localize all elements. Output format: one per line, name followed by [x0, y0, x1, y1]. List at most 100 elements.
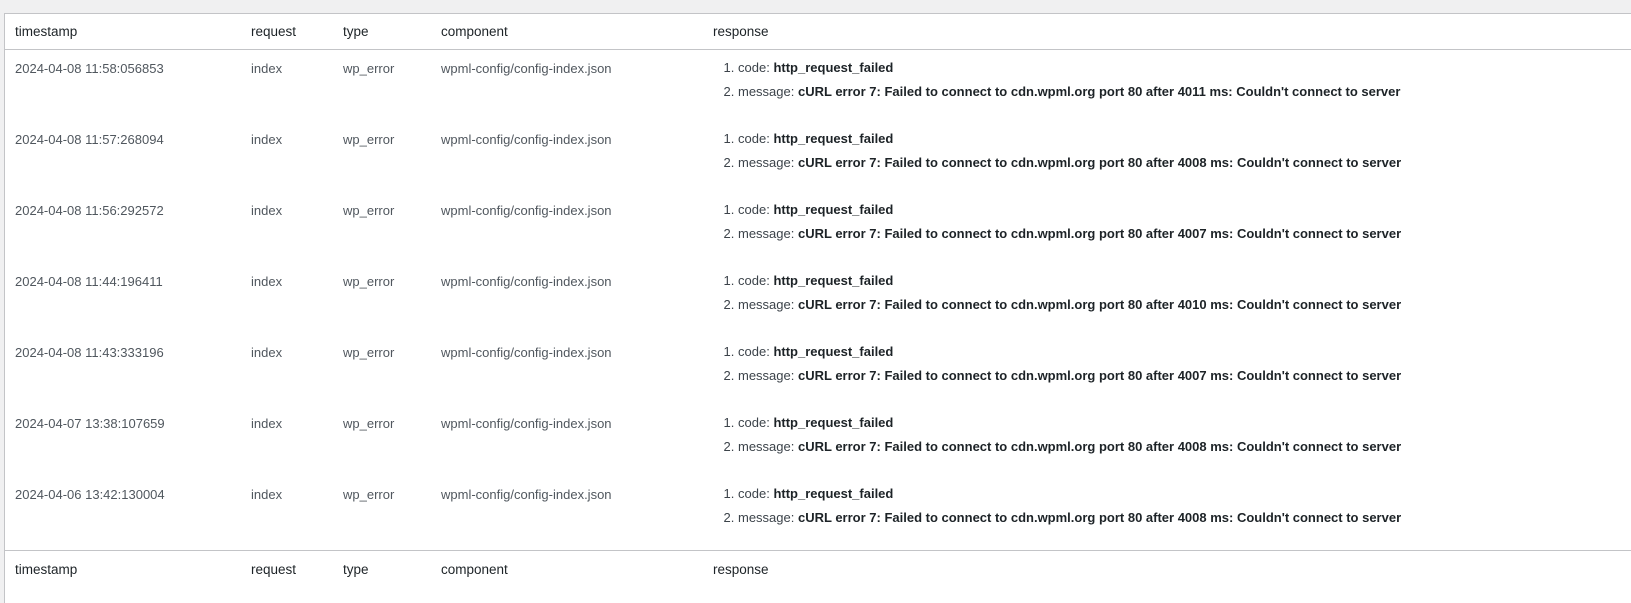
response-message-label: message: [738, 226, 795, 241]
response-list: code: http_request_failed message: cURL e… [713, 411, 1631, 459]
footer-header-request: request [241, 550, 333, 587]
cell-timestamp: 2024-04-07 13:38:107659 [15, 416, 165, 431]
log-table-panel: timestamp request type component respons… [4, 13, 1631, 603]
response-code-value: http_request_failed [773, 131, 894, 146]
response-message-label: message: [738, 155, 795, 170]
cell-type: wp_error [343, 416, 395, 431]
table-row: 2024-04-08 11:56:292572 index wp_error wpml… [5, 192, 1631, 263]
table-row: 2024-04-08 11:58:056853 index wp_error wpml… [5, 50, 1631, 122]
cell-response: code: http_request_failedmessage: cURL e… [703, 476, 1631, 551]
response-message-item: message: cURL error 7: Failed to connect… [738, 80, 1631, 104]
cell-timestamp: 2024-04-06 13:42:130004 [15, 487, 165, 502]
response-message-item: message: cURL error 7: Failed to connect… [738, 364, 1631, 388]
response-code-item: code: http_request_failed [738, 340, 1631, 364]
response-code-item: code: http_request_failed [738, 482, 1631, 506]
cell-type: wp_error [343, 203, 395, 218]
column-header-response: response [703, 14, 1631, 50]
response-message-label: message: [738, 84, 795, 99]
response-code-value: http_request_failed [773, 344, 894, 359]
response-message-item: message: cURL error 7: Failed to connect… [738, 222, 1631, 246]
table-row: 2024-04-08 11:43:333196 index wp_error wpml… [5, 334, 1631, 405]
response-code-label: code: [738, 60, 770, 75]
response-message-item: message: cURL error 7: Failed to connect… [738, 435, 1631, 459]
cell-timestamp: 2024-04-08 11:57:268094 [15, 132, 164, 147]
response-message-value: cURL error 7: Failed to connect to cdn.w… [798, 297, 1402, 312]
response-message-label: message: [738, 439, 795, 454]
cell-timestamp: 2024-04-08 11:43:333196 [15, 345, 164, 360]
column-header-timestamp: timestamp [5, 14, 241, 50]
cell-response: code: http_request_failedmessage: cURL e… [703, 50, 1631, 122]
response-code-label: code: [738, 415, 770, 430]
response-code-label: code: [738, 273, 770, 288]
cell-type: wp_error [343, 487, 395, 502]
table-footer: timestamp request type component respons… [5, 550, 1631, 587]
cell-component: wpml-config/config-index.json [441, 132, 612, 147]
response-message-value: cURL error 7: Failed to connect to cdn.w… [798, 368, 1402, 383]
cell-request: index [251, 487, 283, 502]
response-list: code: http_request_failedmessage: cURL e… [713, 340, 1631, 388]
response-message-label: message: [738, 510, 795, 525]
table-row: 2024-04-06 13:42:130004 index wp_error wpml… [5, 476, 1631, 551]
response-code-item: code: http_request_failed [738, 56, 1631, 80]
cell-timestamp: 2024-04-08 11:56:292572 [15, 203, 164, 218]
response-list: code: http_request_failedmessage: cURL e… [713, 269, 1631, 317]
table-row: 2024-04-08 11:44:196411 index wp_error wpml… [5, 263, 1631, 334]
response-list: code: http_request_failedmessage: cURL e… [713, 482, 1631, 530]
table-body: 2024-04-08 11:58:056853 index wp_error wpml… [5, 50, 1631, 551]
response-list: code: http_request_failedmessage: cURL e… [713, 56, 1631, 104]
response-code-label: code: [738, 131, 770, 146]
response-message-value: cURL error 7: Failed to connect to cdn.w… [798, 510, 1402, 525]
cell-response: code: http_request_failedmessage: cURL e… [703, 263, 1631, 334]
response-code-label: code: [738, 344, 770, 359]
response-code-item: code: http_request_failed [738, 269, 1631, 293]
response-code-label: code: [738, 202, 770, 217]
cell-component: wpml-config/config-index.json [441, 487, 612, 502]
cell-type: wp_error [343, 345, 395, 360]
footer-header-response: response [703, 550, 1631, 587]
response-message-item: message: cURL error 7: Failed to connect… [738, 293, 1631, 317]
response-code-value: http_request_failed [773, 60, 894, 75]
cell-request: index [251, 416, 283, 431]
cell-request: index [251, 274, 283, 289]
response-code-item: code: http_request_failed [738, 127, 1631, 151]
response-message-value: cURL error 7: Failed to connect to cdn.w… [798, 226, 1402, 241]
cell-type: wp_error [343, 132, 395, 147]
table-row: 2024-04-08 11:57:268094 index wp_error wpml… [5, 121, 1631, 192]
cell-response: code: http_request_failedmessage: cURL e… [703, 192, 1631, 263]
table-row: 2024-04-07 13:38:107659 index wp_error wpml… [5, 405, 1631, 476]
cell-type: wp_error [343, 274, 395, 289]
cell-type: wp_error [343, 61, 395, 76]
response-message-value: cURL error 7: Failed to connect to cdn.w… [798, 84, 1401, 99]
footer-header-timestamp: timestamp [5, 550, 241, 587]
log-table: timestamp request type component respons… [5, 14, 1631, 587]
response-message-item: message: cURL error 7: Failed to connect… [738, 151, 1631, 175]
response-code-value: http_request_failed [773, 202, 894, 217]
cell-timestamp: 2024-04-08 11:58:056853 [15, 61, 164, 76]
response-list: code: http_request_failedmessage: cURL e… [713, 127, 1631, 175]
response-code-label: code: [738, 486, 770, 501]
cell-response: code: http_request_failedmessage: cURL e… [703, 121, 1631, 192]
cell-component: wpml-config/config-index.json [441, 274, 612, 289]
response-code-value: http_request_failed [773, 486, 894, 501]
column-header-type: type [333, 14, 431, 50]
cell-component: wpml-config/config-index.json [441, 203, 612, 218]
response-message-label: message: [738, 297, 795, 312]
cell-response: code: http_request_failedmessage: cURL e… [703, 334, 1631, 405]
cell-component: wpml-config/config-index.json [441, 416, 612, 431]
footer-header-type: type [333, 550, 431, 587]
table-header: timestamp request type component respons… [5, 14, 1631, 50]
cell-request: index [251, 132, 283, 147]
response-code-value: http_request_failed [773, 273, 894, 288]
response-message-label: message: [738, 368, 795, 383]
cell-component: wpml-config/config-index.json [441, 345, 612, 360]
cell-request: index [251, 203, 283, 218]
column-header-component: component [431, 14, 703, 50]
response-code-item: code: http_request_failed [738, 198, 1631, 222]
response-message-value: cURL error 7: Failed to connect to cdn.w… [798, 439, 1402, 454]
cell-request: index [251, 345, 283, 360]
column-header-request: request [241, 14, 333, 50]
response-code-value: http_request_failed [773, 415, 894, 430]
response-message-item: message: cURL error 7: Failed to connect… [738, 506, 1631, 530]
cell-component: wpml-config/config-index.json [441, 61, 612, 76]
footer-header-component: component [431, 550, 703, 587]
